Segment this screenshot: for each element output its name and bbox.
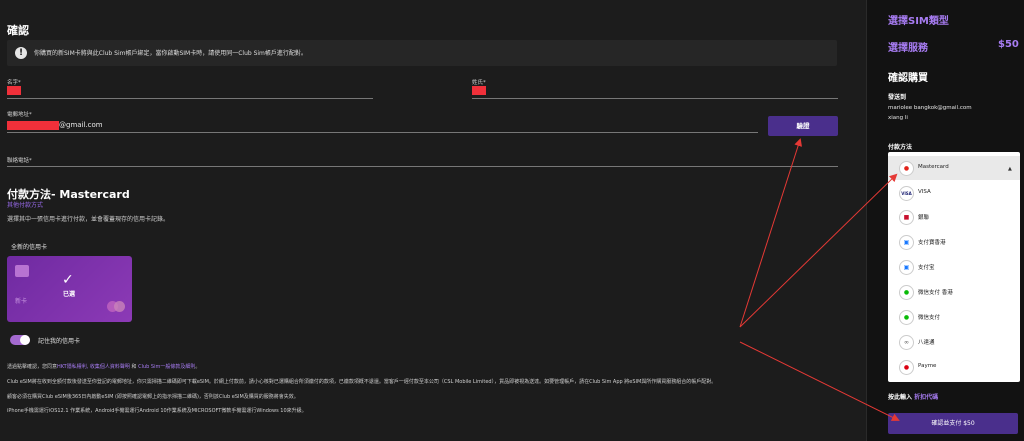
arrow-to-pay [739,341,900,421]
annotation-arrows [739,138,900,421]
arrow-to-mastercard [739,173,898,328]
arrow-to-verify [739,138,802,328]
